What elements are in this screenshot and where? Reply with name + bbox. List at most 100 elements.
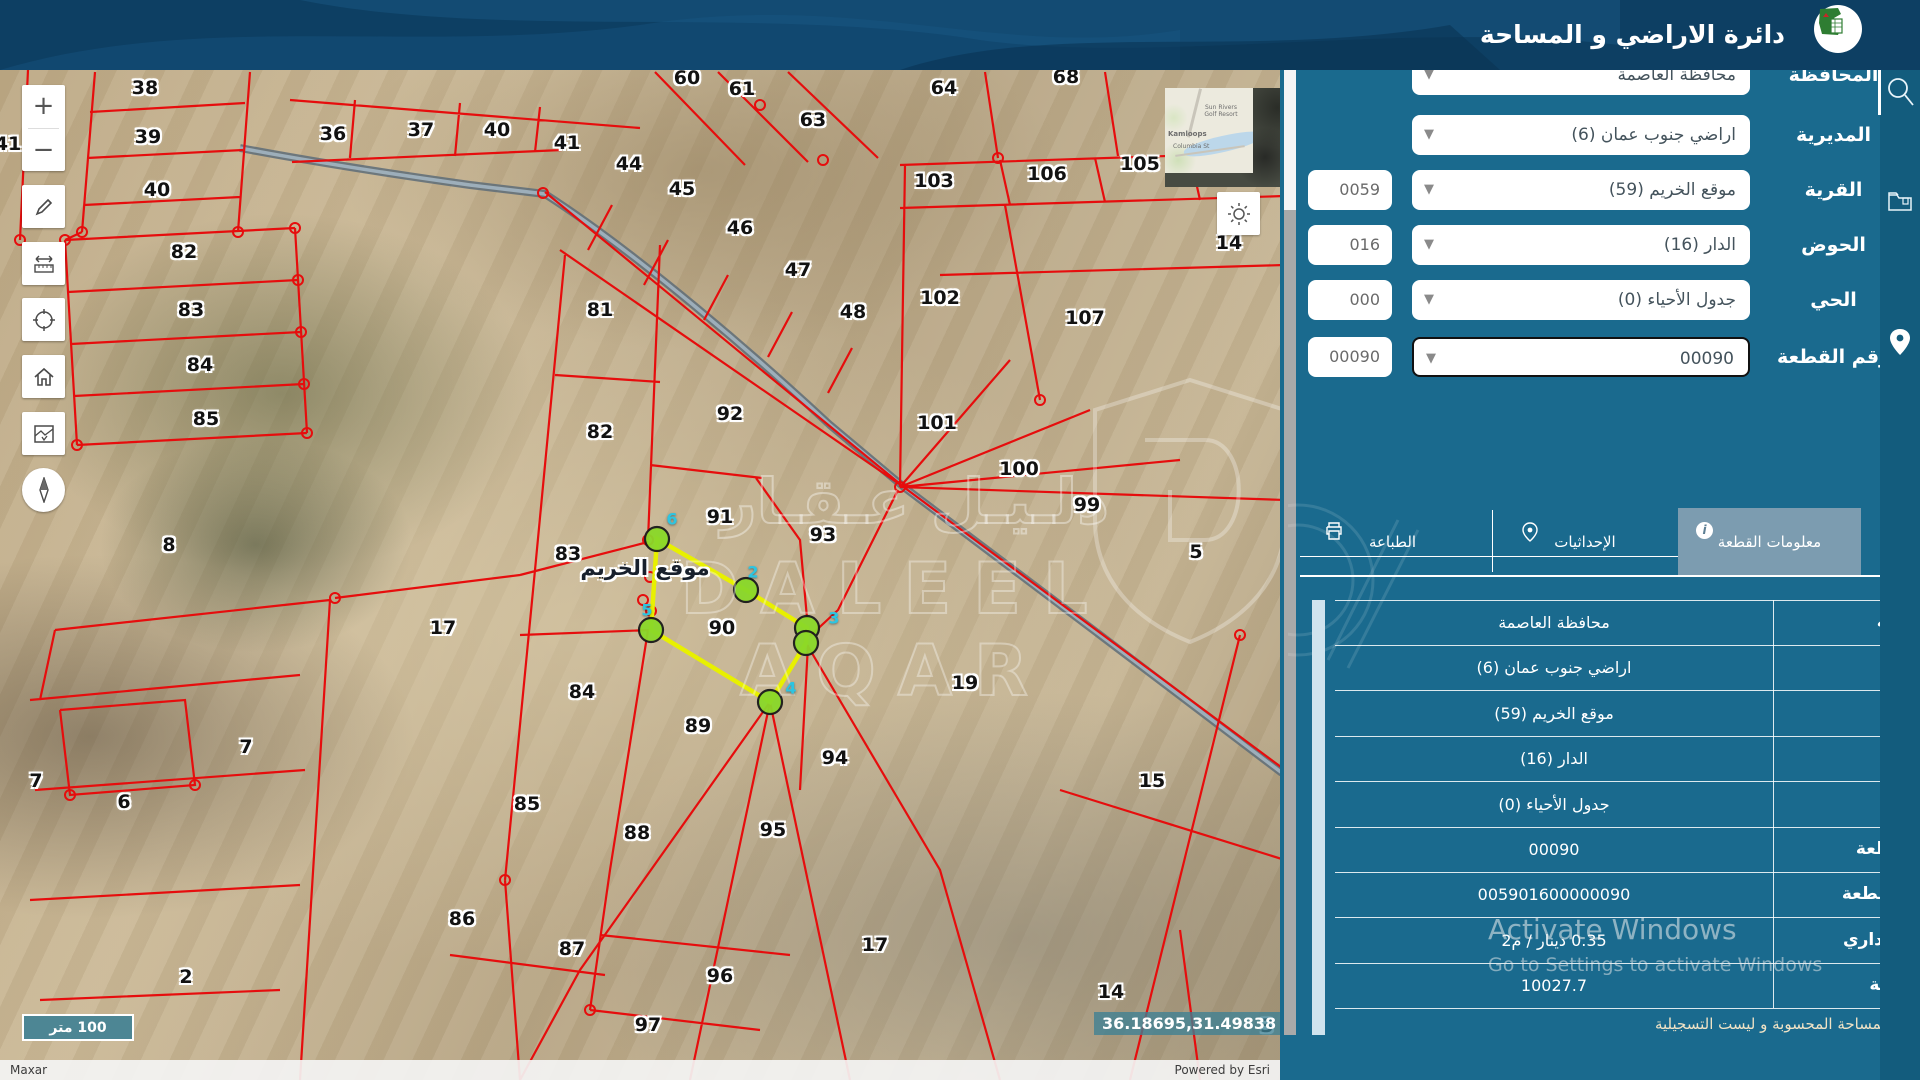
parcel-search-sidebar: محافظة العاصمة▼المحافظةاراضي جنوب عمان (… <box>1280 70 1920 1080</box>
compass-needle-icon <box>33 477 55 503</box>
home-extent-button[interactable] <box>22 355 65 398</box>
zoom-out-button[interactable]: − <box>22 128 65 171</box>
parcel-label: 92 <box>717 403 743 425</box>
measure-tool-button[interactable] <box>22 242 65 285</box>
dropdown-4[interactable]: جدول الأحياء (0)▼ <box>1412 280 1750 320</box>
parcel-label: 96 <box>707 965 733 987</box>
detail-value: محافظة العاصمة <box>1335 600 1773 645</box>
dropdown-3[interactable]: الدار (16)▼ <box>1412 225 1750 265</box>
compass-button[interactable] <box>22 468 65 512</box>
attribution-maxar: Maxar <box>10 1063 47 1077</box>
parcel-label: 107 <box>1065 307 1105 329</box>
inset-label: Kamloops <box>1168 130 1207 138</box>
app-window: دائرة الاراضي و المساحة <box>0 0 1920 1080</box>
tab-parcel-info[interactable]: i معلومات القطعة <box>1678 508 1861 575</box>
detail-value: موقع الخريم (59) <box>1335 691 1773 736</box>
detail-value: 00090 <box>1335 827 1773 872</box>
parcel-label: 40 <box>484 119 510 141</box>
parcel-label: 8 <box>162 534 175 556</box>
detail-row: موقع الخريم (59)القرية <box>1335 691 1905 737</box>
detail-row: 00090رقم القطعة <box>1335 827 1905 873</box>
code-field[interactable]: 016 <box>1308 225 1392 265</box>
dropdown-1[interactable]: اراضي جنوب عمان (6)▼ <box>1412 115 1750 155</box>
sun-icon <box>1226 201 1252 227</box>
basemap-icon <box>32 422 56 446</box>
jordan-map-icon <box>1814 5 1848 39</box>
cursor-coordinates: 36.18695,31.49838 <box>1094 1012 1280 1035</box>
search-icon[interactable] <box>1880 76 1920 108</box>
parcel-label: 84 <box>187 354 213 376</box>
chevron-down-icon: ▼ <box>1424 280 1434 320</box>
daylight-widget-button[interactable] <box>1217 192 1260 235</box>
parcel-label: 37 <box>408 119 434 141</box>
parcel-label: 83 <box>555 543 581 565</box>
area-footnote: **المساحة المحسوبة و ليست التسجيلية <box>1335 1015 1905 1033</box>
map-canvas[interactable]: دلـيـل عـقـار DALEEL AQAR 38394036374041… <box>0 70 1280 1080</box>
parcel-label: 48 <box>840 301 866 323</box>
chevron-down-icon: ▼ <box>1424 70 1434 95</box>
detail-row: محافظة العاصمةالمحافظة <box>1335 600 1905 646</box>
basemap-gallery-button[interactable] <box>22 412 65 455</box>
table-accent-bar <box>1312 600 1325 1035</box>
dropdown-2[interactable]: موقع الخريم (59)▼ <box>1412 170 1750 210</box>
parcel-label: 44 <box>616 153 642 175</box>
dropdown-0[interactable]: محافظة العاصمة▼ <box>1412 70 1750 95</box>
form-row: 0009000090▼رقم القطعة <box>1280 337 1920 377</box>
detail-value: الدار (16) <box>1335 736 1773 781</box>
draw-tool-button[interactable] <box>22 185 65 228</box>
village-name-label: موقع الخريم <box>580 556 709 580</box>
tab-label: الطباعة <box>1369 533 1416 551</box>
parcel-label: 89 <box>685 715 711 737</box>
overview-inset-map[interactable]: Kamloops Sun Rivers Golf Resort Columbia… <box>1165 88 1280 187</box>
parcel-label: 39 <box>135 126 161 148</box>
daleel-aqar-shield-watermark <box>1075 370 1280 650</box>
tab-coordinates[interactable]: الإحداثيات <box>1500 508 1670 575</box>
map-attribution-bar: Maxar Powered by Esri <box>0 1060 1280 1080</box>
parcel-label: 64 <box>931 77 957 99</box>
overview-inset-streetmap: Kamloops Sun Rivers Golf Resort Columbia… <box>1165 88 1253 173</box>
parcel-label: 45 <box>669 178 695 200</box>
archive-folder-icon[interactable] <box>1880 190 1920 212</box>
form-row: اراضي جنوب عمان (6)▼المديرية <box>1280 115 1920 155</box>
vertex-label: 4 <box>785 679 796 698</box>
parcel-label: 103 <box>914 170 954 192</box>
parcel-label: 6 <box>117 791 130 813</box>
tab-separator <box>1492 510 1493 572</box>
app-title: دائرة الاراضي و المساحة <box>1480 0 1785 70</box>
parcel-label: 94 <box>822 747 848 769</box>
dropdown-5[interactable]: 00090▼ <box>1412 337 1750 377</box>
zoom-in-button[interactable]: + <box>22 85 65 128</box>
chevron-down-icon: ▼ <box>1426 339 1436 379</box>
parcel-label: 100 <box>999 458 1039 480</box>
code-field[interactable]: 0059 <box>1308 170 1392 210</box>
locate-tool-button[interactable] <box>22 298 65 341</box>
code-field[interactable]: 00090 <box>1308 337 1392 377</box>
parcel-label: 60 <box>674 70 700 89</box>
parcel-label: 105 <box>1120 153 1160 175</box>
detail-row: 005901600000090مفتاح القطعة <box>1335 872 1905 918</box>
parcel-label: 99 <box>1074 494 1100 516</box>
tab-label: معلومات القطعة <box>1710 531 1830 553</box>
printer-icon <box>1324 522 1344 544</box>
parcel-label: 87 <box>559 938 585 960</box>
parcel-label: 41 <box>554 132 580 154</box>
detail-row: 0.35 دينار / م2السعر الإداري <box>1335 918 1905 964</box>
parcel-label: 46 <box>727 217 753 239</box>
parcel-label: 40 <box>144 179 170 201</box>
tab-print[interactable]: الطباعة <box>1310 508 1475 575</box>
code-field[interactable]: 000 <box>1308 280 1392 320</box>
parcel-label: 7 <box>239 736 252 758</box>
parcel-label: 102 <box>920 287 960 309</box>
attribution-esri: Powered by Esri <box>1175 1063 1270 1077</box>
chevron-down-icon: ▼ <box>1424 170 1434 210</box>
parcel-label: 2 <box>179 966 192 988</box>
parcel-label: 17 <box>430 617 456 639</box>
chevron-down-icon: ▼ <box>1424 115 1434 155</box>
crosshair-icon <box>32 308 56 332</box>
parcel-label: 81 <box>587 299 613 321</box>
inset-label: Columbia St <box>1173 143 1209 150</box>
parcel-label: 41 <box>0 133 21 155</box>
scale-bar: 100 متر <box>22 1014 134 1041</box>
location-pin-icon[interactable] <box>1880 328 1920 356</box>
parcel-label: 14 <box>1098 981 1124 1003</box>
